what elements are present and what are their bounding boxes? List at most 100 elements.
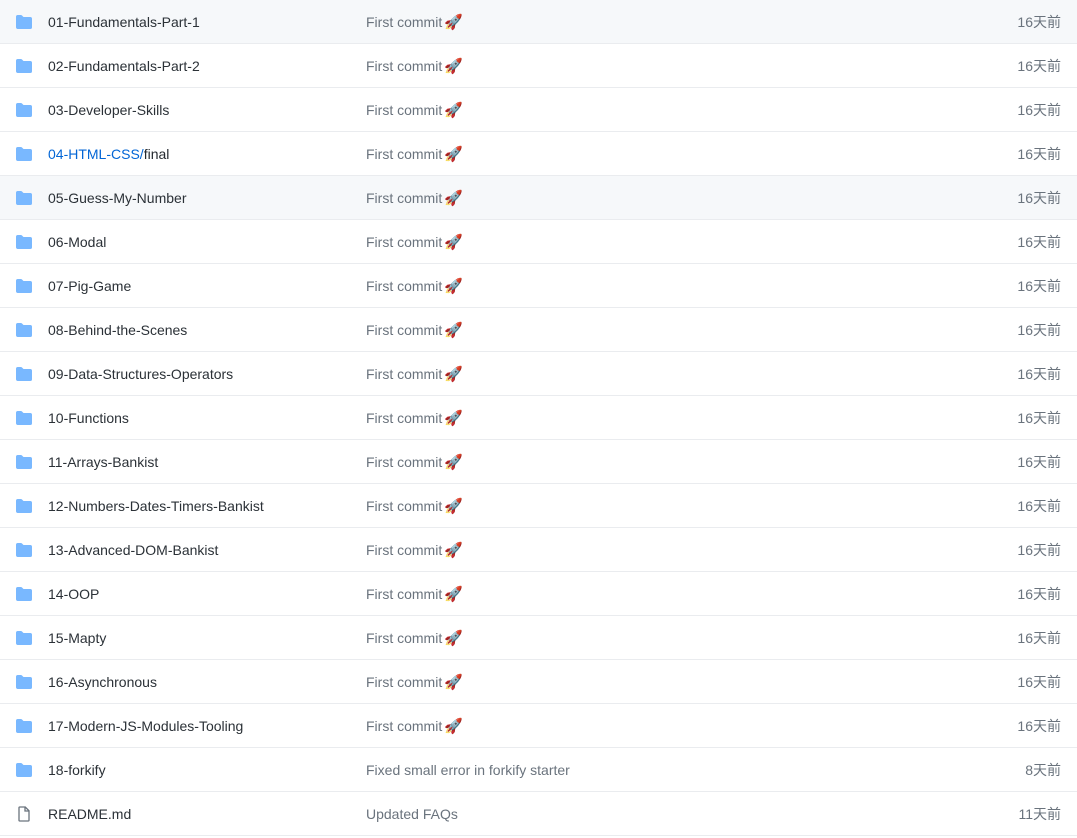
file-name-cell: 17-Modern-JS-Modules-Tooling [16,718,366,734]
commit-message-link[interactable]: First commit [366,14,442,30]
folder-icon [16,14,32,30]
commit-message-cell: First commit 🚀 [366,189,951,207]
file-name-cell: 13-Advanced-DOM-Bankist [16,542,366,558]
commit-message-cell: First commit 🚀 [366,409,951,427]
file-row[interactable]: 15-MaptyFirst commit 🚀16天前 [0,616,1077,660]
commit-message-link[interactable]: First commit [366,322,442,338]
commit-message-link[interactable]: First commit [366,102,442,118]
file-name-link[interactable]: 03-Developer-Skills [48,102,169,118]
commit-message-link[interactable]: First commit [366,718,442,734]
commit-message-cell: First commit 🚀 [366,673,951,691]
commit-time: 16天前 [951,276,1061,296]
commit-message-link[interactable]: First commit [366,146,442,162]
file-name-cell: 18-forkify [16,762,366,778]
file-row[interactable]: 05-Guess-My-NumberFirst commit 🚀16天前 [0,176,1077,220]
file-row[interactable]: 09-Data-Structures-Operators First commit… [0,352,1077,396]
folder-icon [16,718,32,734]
commit-message-cell: First commit 🚀 [366,717,951,735]
commit-message-cell: First commit 🚀 [366,453,951,471]
folder-icon [16,322,32,338]
file-name-link[interactable]: 04-HTML-CSS/final [48,146,169,162]
file-name-link[interactable]: 15-Mapty [48,630,106,646]
file-row[interactable]: 10-FunctionsFirst commit 🚀16天前 [0,396,1077,440]
folder-icon [16,498,32,514]
commit-message-cell: Updated FAQs [366,806,951,822]
rocket-emoji: 🚀 [444,57,463,75]
commit-message-cell: First commit 🚀 [366,585,951,603]
file-name-link[interactable]: 05-Guess-My-Number [48,190,186,206]
file-name-link[interactable]: 07-Pig-Game [48,278,131,294]
file-name-link[interactable]: 16-Asynchronous [48,674,157,690]
file-name-link[interactable]: 09-Data-Structures-Operators [48,366,233,382]
commit-message-link[interactable]: First commit [366,234,442,250]
folder-icon [16,674,32,690]
file-name-link[interactable]: 13-Advanced-DOM-Bankist [48,542,218,558]
file-row[interactable]: 08-Behind-the-ScenesFirst commit 🚀16天前 [0,308,1077,352]
commit-message-link[interactable]: First commit [366,630,442,646]
commit-message-link[interactable]: First commit [366,542,442,558]
file-name-link[interactable]: 01-Fundamentals-Part-1 [48,14,200,30]
file-row[interactable]: 06-ModalFirst commit 🚀16天前 [0,220,1077,264]
commit-message-cell: First commit 🚀 [366,365,951,383]
commit-message-link[interactable]: Updated FAQs [366,806,458,822]
commit-time: 16天前 [951,56,1061,76]
commit-message-link[interactable]: First commit [366,190,442,206]
file-name-link[interactable]: 17-Modern-JS-Modules-Tooling [48,718,243,734]
file-name-cell: 08-Behind-the-Scenes [16,322,366,338]
commit-message-link[interactable]: First commit [366,366,442,382]
commit-message-link[interactable]: First commit [366,586,442,602]
file-row[interactable]: 13-Advanced-DOM-BankistFirst commit 🚀16天… [0,528,1077,572]
file-name-cell: 10-Functions [16,410,366,426]
file-name-link[interactable]: 12-Numbers-Dates-Timers-Bankist [48,498,264,514]
file-name-link[interactable]: 02-Fundamentals-Part-2 [48,58,200,74]
commit-message-link[interactable]: First commit [366,454,442,470]
file-row[interactable]: README.md Updated FAQs 11天前 [0,792,1077,836]
file-icon [16,806,32,822]
file-row[interactable]: 14-OOPFirst commit 🚀16天前 [0,572,1077,616]
file-row[interactable]: 03-Developer-SkillsFirst commit 🚀16天前 [0,88,1077,132]
path-final[interactable]: final [144,146,170,162]
commit-message-cell: Fixed small error in forkify starter [366,762,951,778]
file-name-cell: 05-Guess-My-Number [16,190,366,206]
file-name-link[interactable]: 06-Modal [48,234,106,250]
file-row[interactable]: 07-Pig-GameFirst commit 🚀16天前 [0,264,1077,308]
file-name-link[interactable]: 10-Functions [48,410,129,426]
commit-time: 16天前 [951,452,1061,472]
rocket-emoji: 🚀 [444,497,463,515]
file-name-link[interactable]: 08-Behind-the-Scenes [48,322,187,338]
file-name-link[interactable]: 11-Arrays-Bankist [48,454,158,470]
file-row[interactable]: 12-Numbers-Dates-Timers-Bankist First com… [0,484,1077,528]
file-row[interactable]: 01-Fundamentals-Part-1First commit 🚀16天前 [0,0,1077,44]
rocket-emoji: 🚀 [444,101,463,119]
file-row[interactable]: 02-Fundamentals-Part-2 First commit 🚀 16天前 [0,44,1077,88]
commit-message-link[interactable]: First commit [366,674,442,690]
file-name-cell: README.md [16,806,366,822]
rocket-emoji: 🚀 [444,409,463,427]
commit-time: 16天前 [951,364,1061,384]
file-row[interactable]: 04-HTML-CSS/finalFirst commit 🚀16天前 [0,132,1077,176]
folder-icon [16,630,32,646]
file-row[interactable]: 16-AsynchronousFirst commit 🚀16天前 [0,660,1077,704]
file-name-link[interactable]: 18-forkify [48,762,106,778]
folder-icon [16,234,32,250]
rocket-emoji: 🚀 [444,145,463,163]
commit-message-link[interactable]: First commit [366,278,442,294]
file-name-link[interactable]: 14-OOP [48,586,99,602]
path-segment[interactable]: 04-HTML-CSS/ [48,146,144,162]
commit-time: 11天前 [951,804,1061,824]
file-row[interactable]: 18-forkify Fixed small error in forkify s… [0,748,1077,792]
commit-time: 16天前 [951,232,1061,252]
folder-icon [16,278,32,294]
commit-message-cell: First commit 🚀 [366,13,951,31]
commit-message-link[interactable]: First commit [366,498,442,514]
commit-message-link[interactable]: Fixed small error in forkify starter [366,762,570,778]
file-row[interactable]: 17-Modern-JS-Modules-Tooling First commit… [0,704,1077,748]
commit-message-link[interactable]: First commit [366,410,442,426]
folder-icon [16,586,32,602]
commit-message-cell: First commit 🚀 [366,321,951,339]
file-name-link[interactable]: README.md [48,806,131,822]
file-name-cell: 15-Mapty [16,630,366,646]
commit-message-link[interactable]: First commit [366,58,442,74]
file-row[interactable]: 11-Arrays-Bankist First commit 🚀16天前 [0,440,1077,484]
commit-time: 16天前 [951,496,1061,516]
